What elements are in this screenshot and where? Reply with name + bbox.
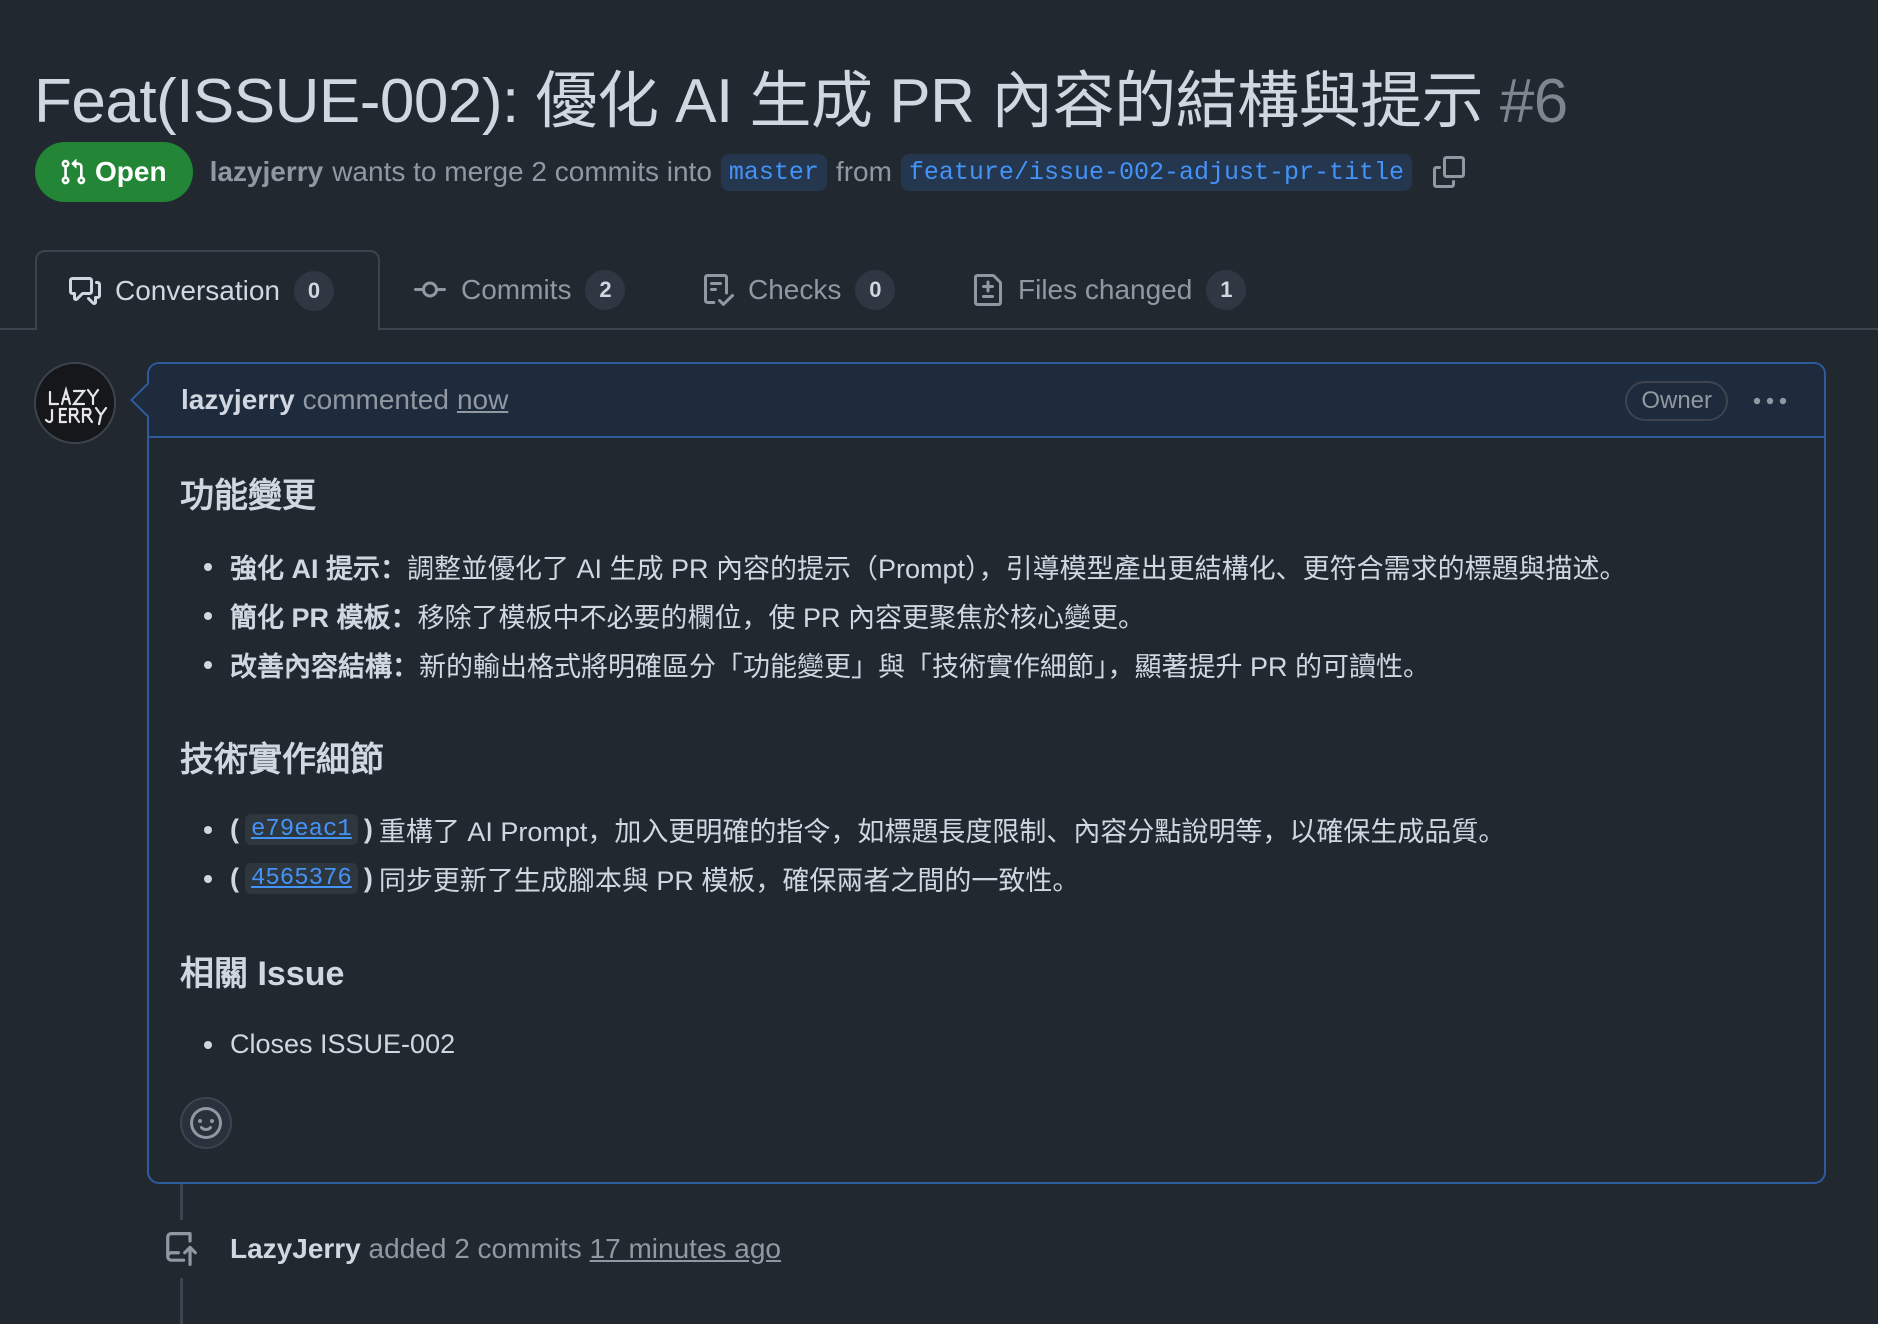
- pr-number: #6: [1499, 67, 1568, 136]
- list-item: ( 4565376 ) 同步更新了生成腳本與 PR 模板，確保兩者之間的一致性。: [200, 854, 1505, 903]
- git-commit-icon: [414, 281, 446, 298]
- list-item-text: 同步更新了生成腳本與 PR 模板，確保兩者之間的一致性。: [378, 866, 1080, 896]
- section-heading-features: 功能變更: [180, 477, 316, 515]
- avatar[interactable]: [34, 362, 116, 444]
- tab-commits-label: Commits: [461, 274, 572, 305]
- section-heading-implementation: 技術實作細節: [180, 741, 384, 779]
- list-item: 簡化 PR 模板： 移除了模板中不必要的欄位，使 PR 內容更聚焦於核心變更。: [200, 591, 1627, 640]
- add-reaction-button[interactable]: [180, 1097, 232, 1149]
- timeline-commits-event: LazyJerry added 2 commits 17 minutes ago: [152, 1220, 781, 1278]
- state-label: Open: [95, 156, 167, 187]
- tab-files-changed[interactable]: Files changed 1: [972, 250, 1247, 330]
- implementation-list: ( e79eac1 ) 重構了 AI Prompt，加入更明確的指令，如標題長度…: [200, 805, 1505, 903]
- head-branch[interactable]: feature/issue-002-adjust-pr-title: [900, 153, 1413, 191]
- list-item: 改善內容結構： 新的輸出格式將明確區分「功能變更」與「技術實作細節」，顯著提升 …: [200, 640, 1627, 689]
- pr-meta: Open lazyjerry wants to merge 2 commits …: [35, 142, 1467, 202]
- paren-close: ): [363, 863, 373, 893]
- checklist-icon: [704, 274, 734, 306]
- page-title: Feat(ISSUE-002): 優化 AI 生成 PR 內容的結構與提示 #6: [34, 50, 1568, 140]
- pr-tabs: Conversation 0 Commits 2 Checks 0 Files …: [0, 250, 1878, 330]
- tab-checks-label: Checks: [748, 274, 842, 305]
- timeline-icon-wrapper: [152, 1220, 210, 1278]
- tab-checks-count: 0: [855, 270, 896, 310]
- pr-author-link[interactable]: lazyjerry: [210, 156, 324, 188]
- from-text: from: [835, 156, 892, 187]
- paren-close: ): [363, 814, 373, 844]
- avatar-logo-icon: [36, 364, 114, 442]
- tab-files-changed-label: Files changed: [1018, 274, 1193, 305]
- list-item-text: 移除了模板中不必要的欄位，使 PR 內容更聚焦於核心變更。: [417, 603, 1146, 633]
- merge-summary: lazyjerry wants to merge 2 commits into …: [210, 153, 1467, 191]
- pull-request-page: Feat(ISSUE-002): 優化 AI 生成 PR 內容的結構與提示 #6…: [0, 0, 1878, 1324]
- merge-text: wants to merge 2 commits into: [332, 156, 712, 187]
- timeline-text: LazyJerry added 2 commits 17 minutes ago: [230, 1233, 781, 1265]
- tab-commits-count: 2: [585, 270, 626, 310]
- related-issue-list: Closes ISSUE-002: [200, 1020, 455, 1069]
- commit-sha-link[interactable]: 4565376: [245, 863, 358, 894]
- list-item-text: Closes ISSUE-002: [230, 1029, 456, 1059]
- list-item-bold: 改善內容結構：: [230, 652, 419, 682]
- list-item: ( e79eac1 ) 重構了 AI Prompt，加入更明確的指令，如標題長度…: [200, 805, 1505, 854]
- section-heading-related-issue: 相關 Issue: [180, 955, 345, 993]
- list-item-bold: 強化 AI 提示：: [230, 554, 408, 584]
- commit-sha-link[interactable]: e79eac1: [245, 814, 358, 845]
- tab-conversation[interactable]: Conversation 0: [35, 250, 380, 330]
- timeline-author[interactable]: LazyJerry: [230, 1233, 361, 1264]
- smiley-icon: [190, 1107, 222, 1139]
- kebab-horizontal-icon: [1753, 397, 1787, 405]
- comment-timestamp[interactable]: now: [457, 384, 508, 416]
- copy-icon: [1433, 156, 1466, 188]
- paren-open: (: [230, 863, 239, 893]
- tab-commits[interactable]: Commits 2: [413, 250, 626, 330]
- list-item-text: 新的輸出格式將明確區分「功能變更」與「技術實作細節」，顯著提升 PR 的可讀性。: [419, 652, 1431, 682]
- timeline-action: added 2 commits: [368, 1233, 582, 1264]
- tab-conversation-count: 0: [293, 271, 334, 311]
- comment-options-button[interactable]: [1750, 384, 1790, 418]
- pr-title-text: Feat(ISSUE-002): 優化 AI 生成 PR 內容的結構與提示: [34, 67, 1484, 136]
- git-pull-request-icon: [61, 159, 86, 185]
- comment-action: commented: [302, 384, 449, 415]
- tab-files-changed-count: 1: [1206, 270, 1247, 310]
- repo-push-icon: [166, 1232, 197, 1266]
- paren-open: (: [230, 814, 239, 844]
- state-badge: Open: [35, 142, 193, 202]
- list-item-text: 重構了 AI Prompt，加入更明確的指令，如標題長度限制、內容分點說明等，以…: [378, 817, 1506, 847]
- comment-header: lazyjerry commented now Owner: [149, 364, 1824, 438]
- features-list: 強化 AI 提示： 調整並優化了 AI 生成 PR 內容的提示（Prompt），…: [200, 542, 1627, 689]
- comment-discussion-icon: [69, 277, 101, 305]
- comment-author[interactable]: lazyjerry: [181, 384, 295, 416]
- tab-conversation-label: Conversation: [115, 275, 280, 306]
- copy-branch-button[interactable]: [1431, 154, 1467, 190]
- list-item-text: 調整並優化了 AI 生成 PR 內容的提示（Prompt），引導模型產出更結構化…: [407, 554, 1627, 584]
- list-item: 強化 AI 提示： 調整並優化了 AI 生成 PR 內容的提示（Prompt），…: [200, 542, 1627, 591]
- list-item: Closes ISSUE-002: [200, 1020, 455, 1069]
- file-diff-icon: [974, 274, 1002, 306]
- timeline-timestamp[interactable]: 17 minutes ago: [590, 1233, 781, 1264]
- tab-checks[interactable]: Checks 0: [702, 250, 896, 330]
- owner-badge: Owner: [1625, 381, 1728, 421]
- base-branch[interactable]: master: [720, 153, 827, 191]
- list-item-bold: 簡化 PR 模板：: [230, 603, 418, 633]
